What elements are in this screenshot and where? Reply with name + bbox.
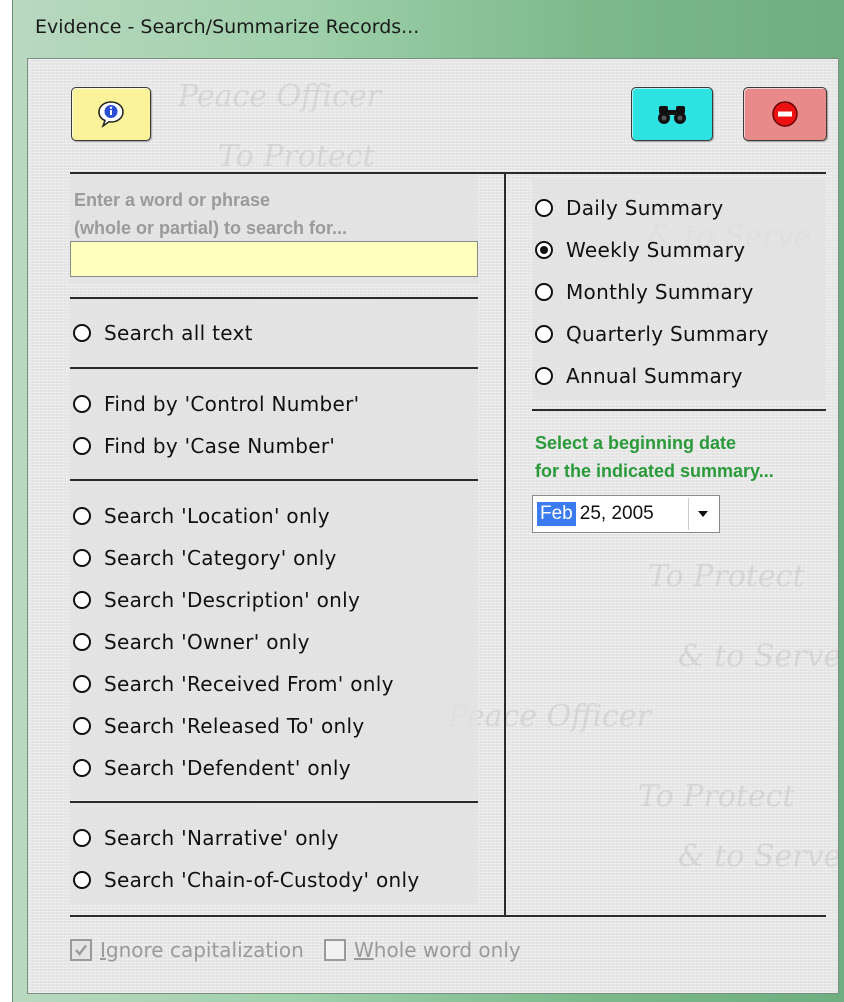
begin-date-picker[interactable]: Feb 25, 2005 (532, 495, 720, 533)
checkbox-box (324, 939, 346, 961)
dropdown-arrow-icon[interactable] (688, 498, 717, 530)
info-speech-bubble-icon (98, 101, 124, 128)
radio-circle (73, 549, 91, 567)
binoculars-icon (658, 106, 686, 124)
radio-label: Search 'Received From' only (104, 672, 394, 696)
radio-label: Weekly Summary (566, 238, 746, 262)
radio-label: Search all text (104, 321, 253, 345)
checkbox-label: Whole word only (354, 938, 521, 962)
option-group-numbers (70, 369, 478, 479)
radio-label: Search 'Narrative' only (104, 826, 339, 850)
watermark-text: To Protect (638, 779, 795, 814)
radio-label: Search 'Defendent' only (104, 756, 351, 780)
radio-selected-dot (540, 246, 548, 254)
radio-circle (73, 759, 91, 777)
radio-circle (535, 325, 553, 343)
radio-narrative[interactable]: Search 'Narrative' only (73, 823, 339, 853)
column-divider (504, 172, 506, 916)
radio-circle (535, 241, 553, 259)
radio-circle (535, 367, 553, 385)
date-day-year[interactable]: 25, 2005 (580, 503, 654, 525)
radio-search-all-text[interactable]: Search all text (73, 318, 253, 348)
radio-circle (535, 283, 553, 301)
watermark-text: To Protect (218, 139, 375, 174)
radio-label: Find by 'Control Number' (104, 392, 360, 416)
radio-circle (73, 717, 91, 735)
radio-description[interactable]: Search 'Description' only (73, 585, 360, 615)
search-hint: Enter a word or phrase (whole or partial… (74, 190, 348, 238)
dialog-window: Evidence - Search/Summarize Records... P… (12, 0, 844, 1002)
checkbox-box (70, 939, 92, 961)
radio-location[interactable]: Search 'Location' only (73, 501, 330, 531)
radio-monthly-summary[interactable]: Monthly Summary (535, 277, 754, 307)
dialog-client-area: Peace Officer To Protect & to Serve To P… (27, 58, 842, 994)
radio-defendent[interactable]: Search 'Defendent' only (73, 753, 351, 783)
radio-weekly-summary[interactable]: Weekly Summary (535, 235, 745, 265)
checkmark-icon (75, 944, 87, 956)
radio-chain-of-custody[interactable]: Search 'Chain-of-Custody' only (73, 865, 420, 895)
radio-label: Search 'Released To' only (104, 714, 365, 738)
watermark-text: Peace Officer (178, 79, 381, 114)
radio-label: Search 'Owner' only (104, 630, 310, 654)
radio-quarterly-summary[interactable]: Quarterly Summary (535, 319, 769, 349)
radio-circle (73, 633, 91, 651)
radio-case-number[interactable]: Find by 'Case Number' (73, 431, 335, 461)
checkbox-label: Ignore capitalization (100, 938, 304, 962)
close-button[interactable] (743, 87, 827, 141)
ignore-capitalization-checkbox[interactable]: Ignore capitalization (70, 936, 304, 964)
divider (70, 915, 826, 917)
radio-circle (73, 871, 91, 889)
whole-word-checkbox[interactable]: Whole word only (324, 936, 521, 964)
radio-control-number[interactable]: Find by 'Control Number' (73, 389, 359, 419)
watermark-text: To Protect (648, 559, 805, 594)
radio-label: Search 'Location' only (104, 504, 330, 528)
radio-label: Monthly Summary (566, 280, 754, 304)
watermark-text: & to Serve (678, 639, 842, 674)
radio-daily-summary[interactable]: Daily Summary (535, 193, 724, 223)
radio-label: Annual Summary (566, 364, 743, 388)
window-title: Evidence - Search/Summarize Records... (35, 16, 420, 38)
stop-sign-icon (772, 101, 798, 127)
watermark-text: & to Serve (678, 839, 842, 874)
radio-label: Daily Summary (566, 196, 724, 220)
divider (532, 409, 826, 411)
radio-annual-summary[interactable]: Annual Summary (535, 361, 743, 391)
radio-received-from[interactable]: Search 'Received From' only (73, 669, 394, 699)
radio-label: Search 'Description' only (104, 588, 361, 612)
search-input[interactable] (70, 241, 478, 277)
radio-circle (73, 591, 91, 609)
radio-circle (73, 675, 91, 693)
radio-label: Find by 'Case Number' (104, 434, 336, 458)
info-button[interactable] (71, 87, 151, 141)
watermark-text: Peace Officer (448, 699, 651, 734)
radio-circle (73, 829, 91, 847)
radio-circle (73, 324, 91, 342)
date-month-segment[interactable]: Feb (537, 502, 576, 526)
radio-category[interactable]: Search 'Category' only (73, 543, 337, 573)
radio-label: Search 'Chain-of-Custody' only (104, 868, 420, 892)
title-bar[interactable]: Evidence - Search/Summarize Records... (13, 0, 844, 58)
radio-circle (535, 199, 553, 217)
radio-circle (73, 437, 91, 455)
radio-circle (73, 395, 91, 413)
find-button[interactable] (631, 87, 713, 141)
date-hint: Select a beginning date for the indicate… (535, 433, 774, 481)
radio-owner[interactable]: Search 'Owner' only (73, 627, 310, 657)
radio-label: Quarterly Summary (566, 322, 769, 346)
radio-circle (73, 507, 91, 525)
radio-released-to[interactable]: Search 'Released To' only (73, 711, 364, 741)
radio-label: Search 'Category' only (104, 546, 337, 570)
